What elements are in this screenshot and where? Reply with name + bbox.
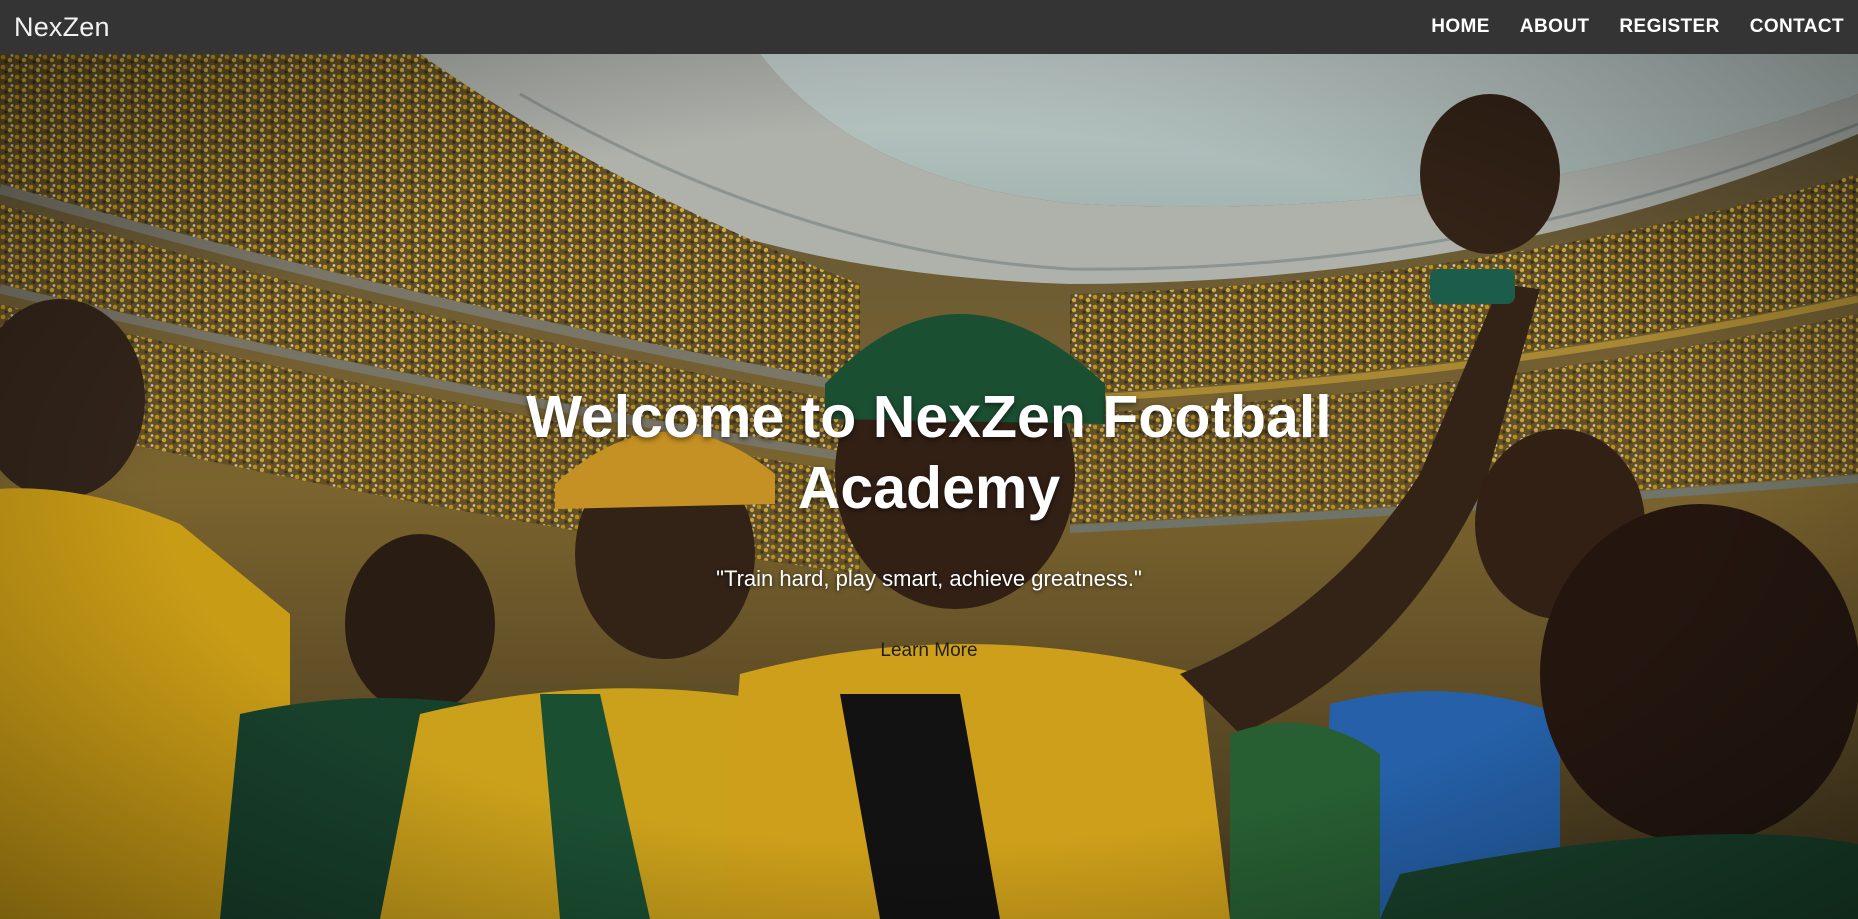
nav-home[interactable]: HOME [1431, 16, 1490, 37]
hero-section: Welcome to NexZen Football Academy "Trai… [0, 54, 1858, 919]
hero-content: Welcome to NexZen Football Academy "Trai… [0, 54, 1858, 919]
learn-more-button[interactable]: Learn More [880, 640, 977, 662]
brand-logo[interactable]: NexZen [14, 12, 110, 43]
navbar: NexZen HOME ABOUT REGISTER CONTACT [0, 0, 1858, 54]
nav-about[interactable]: ABOUT [1520, 16, 1590, 37]
nav-register[interactable]: REGISTER [1619, 16, 1719, 37]
hero-tagline: "Train hard, play smart, achieve greatne… [716, 566, 1142, 591]
nav-contact[interactable]: CONTACT [1750, 16, 1844, 37]
nav-links: HOME ABOUT REGISTER CONTACT [1431, 16, 1844, 38]
hero-title: Welcome to NexZen Football Academy [526, 384, 1332, 521]
